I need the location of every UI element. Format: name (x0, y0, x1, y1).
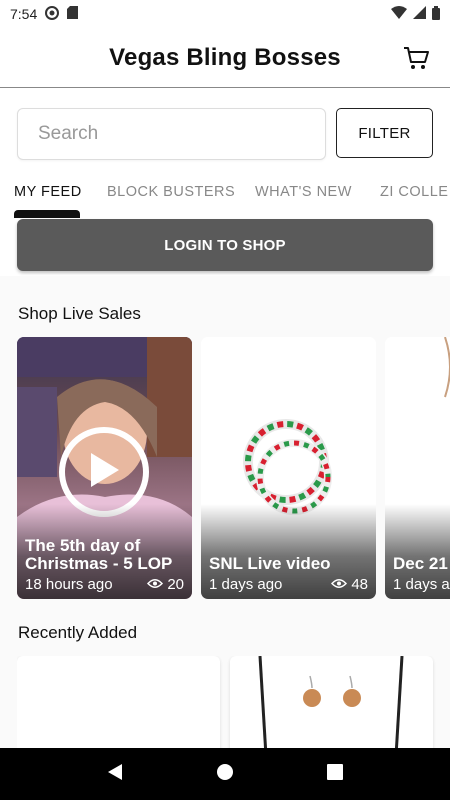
status-time: 7:54 (10, 6, 38, 22)
recents-button[interactable] (315, 754, 355, 794)
category-tabs: MY FEED BLOCK BUSTERS WHAT'S NEW ZI COLL… (0, 178, 450, 218)
live-sales-carousel[interactable]: The 5th day of Christmas - 5 LOP 18 hour… (17, 337, 450, 599)
eye-icon (147, 576, 164, 593)
live-sale-card[interactable]: SNL Live video 1 days ago 48 (201, 337, 376, 599)
search-row: FILTER (17, 108, 433, 160)
live-sale-views: 20 (147, 576, 184, 593)
views-count: 48 (351, 576, 368, 593)
section-title-live: Shop Live Sales (18, 304, 141, 323)
back-button[interactable] (95, 754, 135, 794)
home-button[interactable] (205, 754, 245, 794)
search-input[interactable] (17, 108, 326, 160)
wifi-icon (391, 6, 407, 22)
app-title: Vegas Bling Bosses (109, 43, 341, 71)
live-sale-time: 1 days ago (209, 576, 283, 593)
cart-button[interactable] (402, 44, 430, 72)
recently-added-grid (17, 656, 450, 748)
recents-icon (327, 763, 343, 785)
back-icon (106, 763, 124, 786)
product-card[interactable] (230, 656, 433, 748)
system-nav-bar (0, 748, 450, 800)
pocket-casts-icon (45, 5, 60, 23)
live-sale-time: 18 hours ago (25, 576, 113, 593)
section-title-recent: Recently Added (18, 623, 138, 642)
tab-block-busters[interactable]: BLOCK BUSTERS (107, 184, 235, 200)
live-sale-views: 48 (331, 576, 368, 593)
battery-icon (432, 5, 440, 23)
status-bar: 7:54 (0, 0, 450, 28)
views-count: 20 (167, 576, 184, 593)
login-to-shop-button[interactable]: LOGIN TO SHOP (17, 219, 433, 271)
live-sale-card[interactable]: The 5th day of Christmas - 5 LOP 18 hour… (17, 337, 192, 599)
eye-icon (331, 576, 348, 593)
live-sale-title: Dec 21 sets (393, 554, 450, 573)
live-sale-title: The 5th day of Christmas - 5 LOP (25, 536, 173, 573)
sd-card-icon (67, 6, 79, 22)
active-tab-indicator (14, 210, 80, 218)
cart-icon (402, 47, 430, 76)
live-sale-title: SNL Live video (209, 554, 331, 573)
tab-whats-new[interactable]: WHAT'S NEW (255, 184, 352, 200)
cellular-icon (413, 6, 426, 22)
live-sale-card[interactable]: Dec 21 sets 1 days ago (385, 337, 450, 599)
home-icon (216, 763, 234, 786)
product-card[interactable] (17, 656, 220, 748)
tab-zi-collection[interactable]: ZI COLLE (380, 184, 448, 200)
live-sale-time: 1 days ago (393, 576, 450, 593)
tab-my-feed[interactable]: MY FEED (14, 184, 82, 200)
app-header: Vegas Bling Bosses (0, 28, 450, 88)
play-icon (87, 451, 121, 494)
filter-button[interactable]: FILTER (336, 108, 433, 158)
